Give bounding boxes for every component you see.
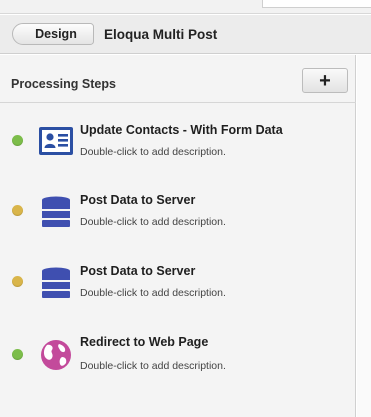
step-description: Double-click to add description. [80,146,226,158]
status-indicator-yellow [12,276,23,287]
step-title: Update Contacts - With Form Data [80,123,283,137]
step-item[interactable]: Update Contacts - With Form Data Double-… [0,113,356,173]
page-title: Eloqua Multi Post [104,27,218,42]
design-back-label: Design [35,27,77,41]
processing-steps-panel: Processing Steps + Update Contacts - Wit… [0,55,356,417]
globe-icon [38,336,74,372]
plus-icon: + [319,69,331,92]
contact-card-icon [38,124,74,160]
step-title: Redirect to Web Page [80,335,209,349]
right-gutter [357,55,371,417]
server-icon [38,265,74,301]
top-field-edge [262,0,371,8]
step-item[interactable]: Post Data to Server Double-click to add … [0,183,356,243]
step-title: Post Data to Server [80,193,196,207]
status-indicator-green [12,349,23,360]
step-description: Double-click to add description. [80,287,226,299]
status-indicator-green [12,135,23,146]
panel-title: Processing Steps [11,77,116,91]
step-title: Post Data to Server [80,264,196,278]
status-indicator-yellow [12,205,23,216]
server-icon [38,194,74,230]
step-description: Double-click to add description. [80,360,226,372]
header-bar: Design Eloqua Multi Post [0,15,371,54]
step-item[interactable]: Post Data to Server Double-click to add … [0,254,356,314]
step-item[interactable]: Redirect to Web Page Double-click to add… [0,327,356,387]
top-toolbar-strip [0,0,371,14]
add-step-button[interactable]: + [302,68,348,93]
design-back-button[interactable]: Design [12,23,94,45]
step-description: Double-click to add description. [80,216,226,228]
panel-header: Processing Steps + [0,55,356,103]
